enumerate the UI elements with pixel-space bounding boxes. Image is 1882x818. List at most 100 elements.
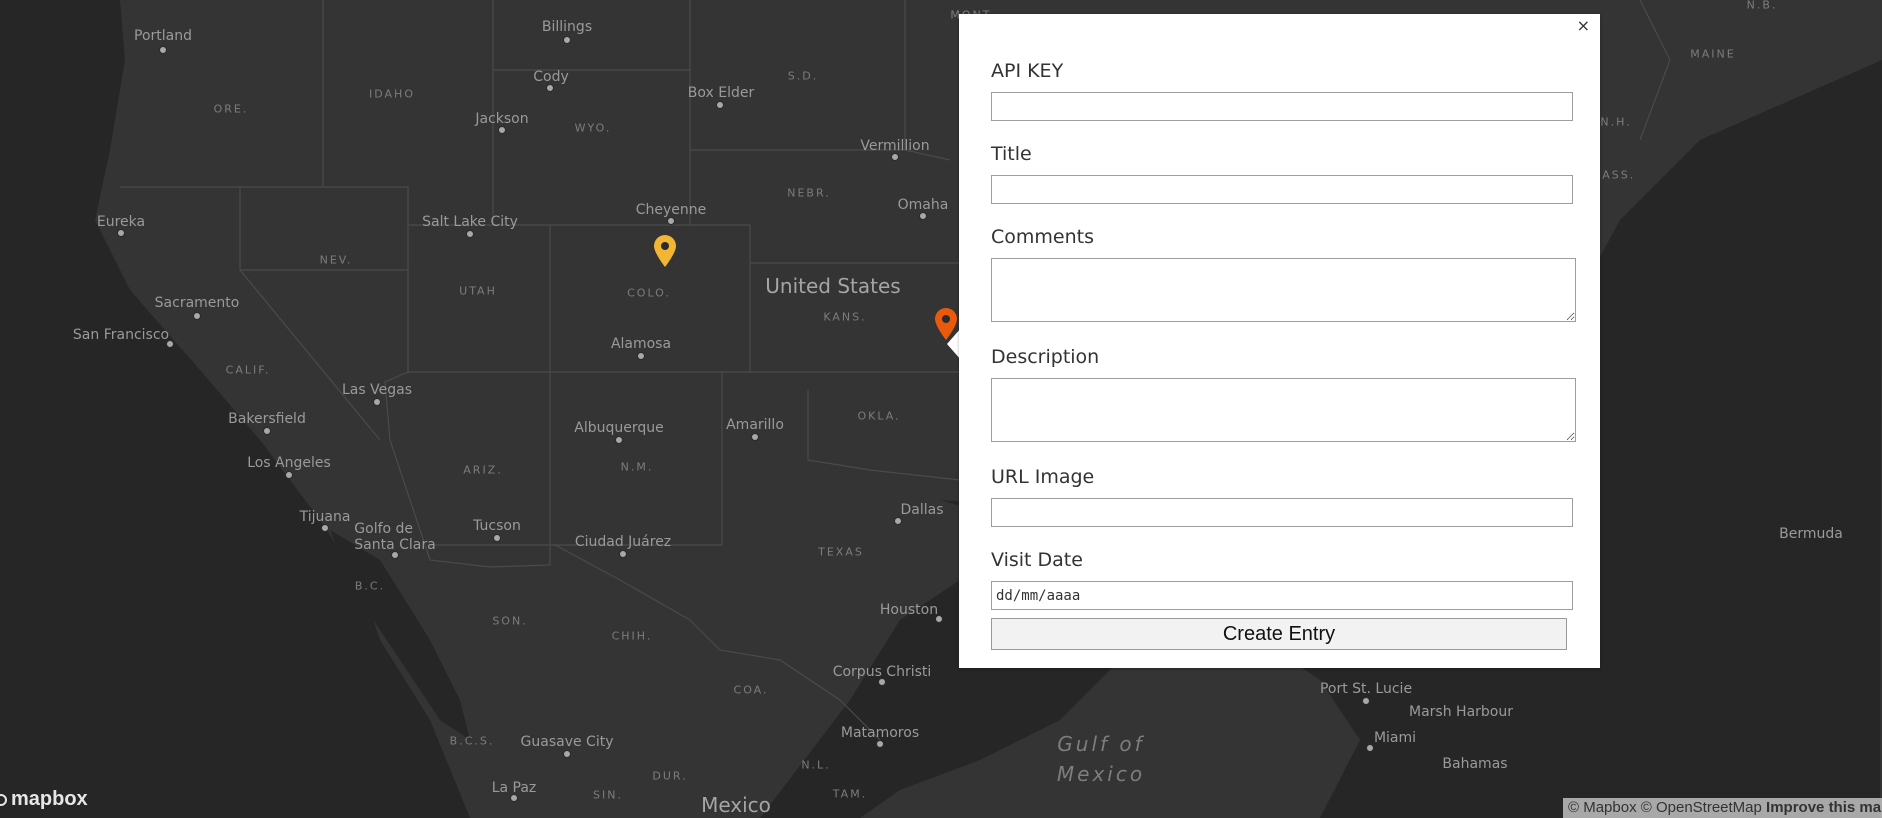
city-label: Tijuana: [299, 509, 351, 525]
state-label: CHIH.: [611, 629, 653, 643]
city-label: Bahamas: [1442, 756, 1508, 772]
api-key-label: API KEY: [991, 60, 1064, 82]
city-dot: [619, 550, 627, 558]
state-label: OKLA.: [857, 409, 901, 423]
title-label: Title: [991, 143, 1032, 165]
city-dot: [667, 217, 675, 225]
city-dot: [716, 101, 724, 109]
state-label: N.B.: [1746, 0, 1778, 12]
country-label: United States: [765, 274, 901, 298]
state-label: ORE.: [213, 102, 249, 116]
city-dot: [919, 212, 927, 220]
city-label: Bermuda: [1779, 526, 1843, 542]
visit-date-input[interactable]: [991, 581, 1573, 610]
city-label: Tucson: [473, 518, 521, 534]
state-label: DUR.: [652, 769, 688, 783]
city-dot: [285, 471, 293, 479]
title-input[interactable]: [991, 175, 1573, 204]
state-label: ARIZ.: [463, 463, 503, 477]
state-label: COLO.: [627, 286, 671, 300]
city-dot: [373, 398, 381, 406]
city-label: Eureka: [96, 214, 146, 230]
city-label: Vermillion: [860, 138, 930, 154]
city-dot: [391, 551, 399, 559]
city-label: Los Angeles: [247, 455, 331, 471]
state-label: SON.: [492, 614, 528, 628]
state-label: TAM.: [832, 787, 868, 801]
create-entry-button[interactable]: Create Entry: [991, 618, 1567, 650]
city-label: Salt Lake City: [422, 214, 518, 230]
close-popup-button[interactable]: ×: [1575, 16, 1592, 35]
state-label: KANS.: [823, 310, 867, 324]
city-dot: [563, 750, 571, 758]
city-dot: [466, 230, 474, 238]
state-label: MAINE: [1690, 47, 1736, 61]
city-label: Sacramento: [154, 295, 240, 311]
city-dot: [498, 126, 506, 134]
state-label: N.L.: [801, 758, 831, 772]
city-dot: [546, 84, 554, 92]
state-label: SIN.: [593, 788, 623, 802]
colorado-marker[interactable]: [653, 234, 677, 272]
state-label: COA.: [733, 683, 769, 697]
city-dot: [1362, 697, 1370, 705]
city-label: Box Elder: [687, 85, 755, 101]
mapbox-logo-text: mapbox: [11, 788, 88, 810]
url-image-input[interactable]: [991, 498, 1573, 527]
mapbox-logo[interactable]: mapbox: [0, 788, 88, 811]
state-label: N.M.: [620, 460, 654, 474]
city-dot: [615, 436, 623, 444]
city-dot: [563, 36, 571, 44]
city-label: Albuquerque: [574, 420, 664, 436]
comments-textarea[interactable]: [991, 258, 1576, 322]
city-dot: [166, 340, 174, 348]
state-label: NEBR.: [787, 186, 831, 200]
city-label: Golfo de Santa Clara: [354, 521, 436, 553]
city-label: Amarillo: [726, 417, 784, 433]
city-dot: [321, 524, 329, 532]
city-label: Cody: [533, 69, 569, 85]
city-dot: [878, 678, 886, 686]
city-label: Jackson: [475, 111, 529, 127]
city-dot: [637, 352, 645, 360]
city-label: Portland: [134, 28, 192, 44]
visit-date-label: Visit Date: [991, 549, 1083, 571]
city-label: Dallas: [900, 502, 944, 518]
city-label: Marsh Harbour: [1409, 704, 1513, 720]
city-dot: [876, 740, 884, 748]
city-dot: [935, 615, 943, 623]
city-label: Las Vegas: [342, 382, 412, 398]
improve-map-link[interactable]: Improve this map: [1766, 799, 1882, 816]
description-textarea[interactable]: [991, 378, 1576, 442]
city-dot: [493, 534, 501, 542]
state-label: IDAHO: [369, 87, 415, 101]
city-label: Port St. Lucie: [1319, 681, 1413, 697]
create-entry-popup: × API KEY Title Comments Description URL…: [959, 14, 1600, 668]
city-dot: [1366, 744, 1374, 752]
city-dot: [751, 433, 759, 441]
city-dot: [263, 427, 271, 435]
state-label: TEXAS: [818, 545, 864, 559]
comments-label: Comments: [991, 226, 1094, 248]
mapbox-logo-icon: [0, 793, 7, 806]
state-label: B.C.: [354, 579, 386, 593]
city-label: Bakersfield: [228, 411, 306, 427]
city-label: Ciudad Juárez: [574, 534, 672, 550]
city-dot: [510, 794, 518, 802]
api-key-input[interactable]: [991, 92, 1573, 121]
sea-label: Gulf of Mexico: [1056, 732, 1146, 786]
city-dot: [891, 153, 899, 161]
state-label: UTAH: [459, 284, 497, 298]
city-label: Miami: [1373, 730, 1417, 746]
city-label: Alamosa: [610, 336, 672, 352]
state-label: NEV.: [319, 253, 353, 267]
map-attribution: © Mapbox © OpenStreetMap Improve this ma…: [1563, 798, 1882, 818]
city-dot: [117, 229, 125, 237]
state-label: CALIF.: [225, 363, 271, 377]
city-label: Omaha: [897, 197, 949, 213]
city-dot: [193, 312, 201, 320]
city-label: Guasave City: [520, 734, 614, 750]
city-dot: [159, 46, 167, 54]
city-label: San Francisco: [72, 327, 170, 343]
url-image-label: URL Image: [991, 466, 1095, 488]
